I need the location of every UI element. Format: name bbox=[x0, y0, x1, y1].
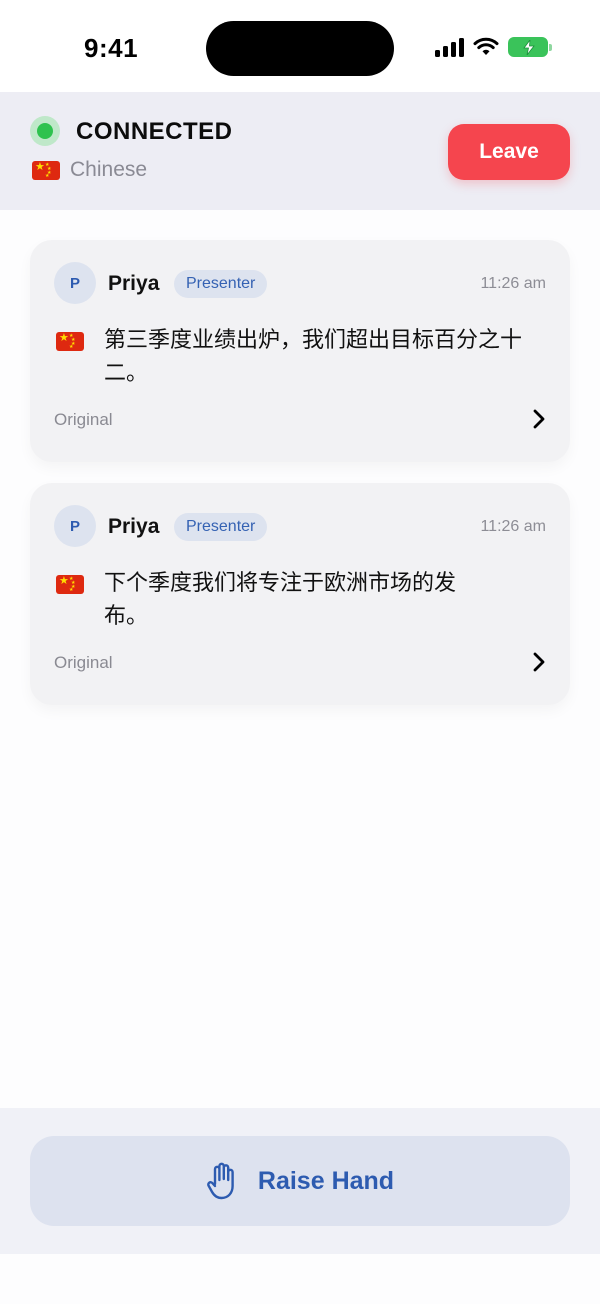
dynamic-island bbox=[206, 21, 394, 76]
avatar: P bbox=[54, 505, 96, 547]
app-screen: 9:41 CONNECTED ★ ★ ★ ★ ★ Chinese Leave P… bbox=[0, 0, 600, 1304]
message-card[interactable]: P Priya Presenter 11:26 am ★ ★ ★ ★ ★ 第三季… bbox=[30, 240, 570, 462]
chevron-right-icon[interactable] bbox=[530, 651, 548, 673]
china-flag-icon: ★ ★ ★ ★ ★ bbox=[56, 332, 84, 351]
speaker-name: Priya bbox=[108, 515, 160, 538]
china-flag-icon: ★ ★ ★ ★ ★ bbox=[56, 575, 84, 594]
cellular-signal-icon bbox=[435, 37, 464, 57]
wifi-icon bbox=[473, 37, 499, 55]
role-badge: Presenter bbox=[174, 270, 268, 298]
avatar: P bbox=[54, 262, 96, 304]
status-icons bbox=[435, 37, 552, 57]
language-indicator: ★ ★ ★ ★ ★ Chinese bbox=[32, 158, 147, 182]
leave-button[interactable]: Leave bbox=[448, 124, 570, 180]
message-time: 11:26 am bbox=[480, 518, 546, 535]
connected-dot bbox=[37, 123, 53, 139]
language-label: Chinese bbox=[70, 158, 148, 181]
connection-status: CONNECTED bbox=[76, 118, 233, 145]
message-card[interactable]: P Priya Presenter 11:26 am ★ ★ ★ ★ ★ 下个季… bbox=[30, 483, 570, 705]
status-time: 9:41 bbox=[84, 33, 139, 63]
message-time: 11:26 am bbox=[480, 275, 546, 292]
chevron-right-icon[interactable] bbox=[530, 408, 548, 430]
speaker-name: Priya bbox=[108, 272, 160, 295]
connection-status-indicator bbox=[30, 116, 60, 146]
raise-hand-button[interactable]: Raise Hand bbox=[30, 1136, 570, 1226]
raise-hand-label: Raise Hand bbox=[257, 1166, 395, 1195]
raised-hand-icon bbox=[207, 1162, 234, 1200]
china-flag-icon: ★ ★ ★ ★ ★ bbox=[32, 160, 60, 180]
status-bar: 9:41 bbox=[0, 0, 600, 92]
original-toggle-label[interactable]: Original bbox=[54, 410, 113, 430]
translated-text: 下个季度我们将专注于欧洲市场的发布。 bbox=[104, 571, 457, 629]
role-badge: Presenter bbox=[174, 513, 268, 541]
translated-text: 第三季度业绩出炉，我们超出目标百分之十二。 bbox=[104, 328, 523, 386]
battery-charging-icon bbox=[508, 37, 552, 57]
original-toggle-label[interactable]: Original bbox=[54, 653, 113, 673]
